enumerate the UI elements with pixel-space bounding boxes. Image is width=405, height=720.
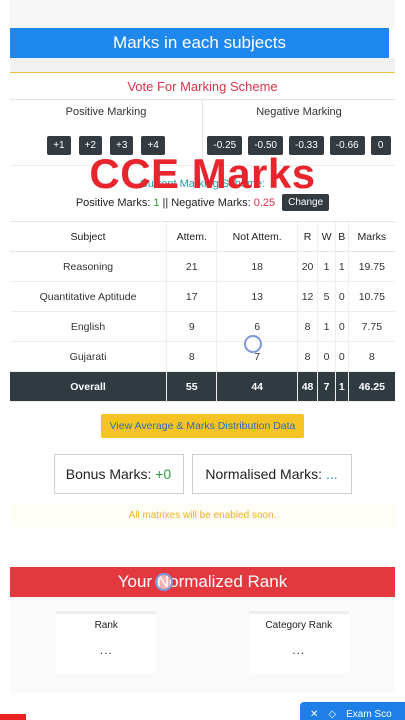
bonus-marks-value: +0	[155, 466, 172, 482]
negative-marks-value: 0.25	[253, 196, 276, 209]
col-right: R	[296, 221, 318, 252]
normalised-marks-value: ...	[325, 466, 338, 482]
cell: 19.75	[347, 251, 395, 282]
cell: 0	[334, 281, 349, 312]
cell: 13	[216, 281, 298, 312]
normalised-marks-card: Normalised Marks: ...	[191, 454, 352, 494]
avg-wrap: View Average & Marks Distribution Data	[0, 414, 405, 438]
cell: 44	[216, 371, 298, 402]
cell: 0	[334, 341, 349, 372]
category-rank-card: Category Rank ...	[248, 611, 349, 673]
cell: 7.75	[347, 311, 395, 342]
col-marks: Marks	[347, 221, 395, 252]
rank-card: Rank ...	[56, 611, 157, 673]
cell: 46.25	[347, 371, 395, 402]
normalized-rank-banner: Your Normalized Rank	[10, 567, 395, 597]
cell: 20	[296, 251, 318, 282]
cell: 48	[296, 371, 318, 402]
negative-marking-label: Negative Marking	[256, 106, 342, 118]
cell-subject: Quantitative Aptitude	[10, 281, 167, 312]
positive-marks-label: Positive Marks:	[75, 196, 151, 209]
rank-label: Rank	[94, 620, 118, 631]
exam-score-label: Exam Sco	[346, 708, 392, 720]
close-icon[interactable]: ✕	[310, 709, 318, 720]
table-row: English 9 6 8 1 0 7.75	[10, 311, 395, 342]
marks-cards: Bonus Marks: +0 Normalised Marks: ...	[0, 454, 405, 494]
cell: 12	[296, 281, 318, 312]
category-rank-label: Category Rank	[265, 620, 333, 631]
exam-score-tab[interactable]: ✕ ◇ Exam Sco	[300, 702, 405, 720]
cell: 1	[334, 251, 349, 282]
cell: 55	[166, 371, 217, 402]
cell: 0	[317, 341, 336, 372]
normalized-rank-title: Your Normalized Rank	[117, 572, 288, 591]
cell: 8	[166, 341, 217, 372]
positive-marking-label: Positive Marking	[65, 106, 147, 118]
subjects-banner-title: Marks in each subjects	[113, 33, 286, 52]
cell: 21	[166, 251, 217, 282]
cell-subject: Reasoning	[10, 251, 167, 282]
cell-subject: Gujarati	[10, 341, 167, 372]
matrix-note: All matrixes will be enabled soon.	[10, 504, 395, 527]
touch-indicator	[155, 573, 173, 591]
col-subject: Subject	[10, 221, 167, 252]
rank-area: Rank ... Category Rank ...	[10, 597, 395, 693]
col-not-attempted: Not Attem.	[216, 221, 298, 252]
cell: 7	[317, 371, 336, 402]
scheme-separator: ||	[162, 196, 169, 209]
page: Marks in each subjects Vote For Marking …	[0, 0, 405, 720]
col-attempted: Attem.	[166, 221, 217, 252]
cell: 1	[317, 251, 336, 282]
rank-value: ...	[99, 643, 113, 657]
marks-table: Subject Attem. Not Attem. R W B Marks Re…	[10, 221, 395, 402]
col-wrong: W	[317, 221, 336, 252]
bonus-marks-label: Bonus Marks:	[65, 466, 152, 482]
tag-icon: ◇	[328, 708, 337, 720]
negative-marks-label: Negative Marks:	[171, 196, 251, 209]
cell: 18	[216, 251, 298, 282]
overall-row: Overall 55 44 48 7 1 46.25	[10, 371, 395, 402]
subjects-banner: Marks in each subjects	[10, 28, 395, 58]
top-spacer	[0, 0, 405, 28]
table-row: Quantitative Aptitude 17 13 12 5 0 10.75	[10, 281, 395, 312]
cell-overall: Overall	[10, 371, 167, 402]
view-average-button[interactable]: View Average & Marks Distribution Data	[100, 414, 305, 438]
cell: 17	[166, 281, 217, 312]
cell-subject: English	[10, 311, 167, 342]
cell: 8	[296, 311, 318, 342]
category-rank-value: ...	[292, 643, 306, 657]
vote-title: Vote For Marking Scheme	[10, 72, 395, 100]
progress-marker	[0, 714, 26, 720]
table-row: Gujarati 8 7 8 0 0 8	[10, 341, 395, 372]
cell: 1	[317, 311, 336, 342]
table-row: Reasoning 21 18 20 1 1 19.75	[10, 251, 395, 282]
bonus-marks-card: Bonus Marks: +0	[53, 454, 184, 494]
cell: 8	[347, 341, 395, 372]
normalised-marks-label: Normalised Marks:	[205, 466, 323, 482]
video-overlay-title: CCE Marks	[89, 150, 316, 197]
touch-indicator	[244, 335, 262, 353]
cell: 1	[334, 371, 349, 402]
cell: 8	[296, 341, 318, 372]
cell: 10.75	[347, 281, 395, 312]
cell: 0	[334, 311, 349, 342]
col-blank: B	[334, 221, 349, 252]
cell: 9	[166, 311, 217, 342]
positive-marks-value: 1	[153, 196, 160, 209]
cell: 5	[317, 281, 336, 312]
divider-strip	[10, 58, 395, 72]
